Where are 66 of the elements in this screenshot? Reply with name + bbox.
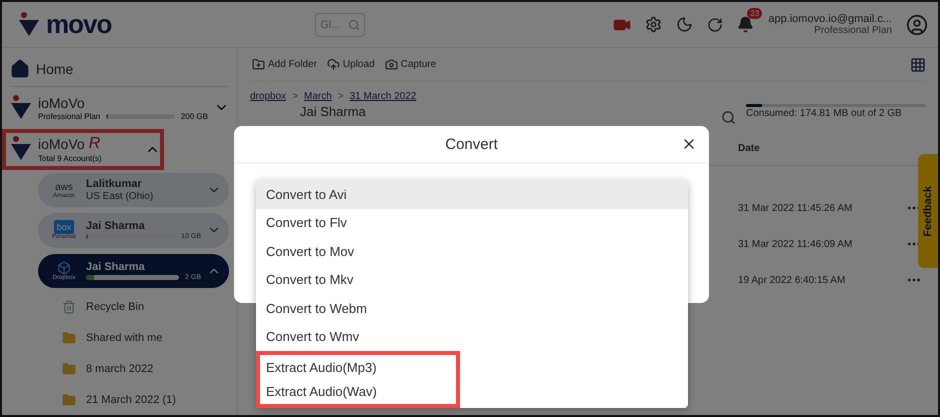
date-cell: 31 Mar 2022 11:46:09 AM <box>738 238 852 250</box>
dialog-title: Convert <box>445 136 498 152</box>
settings-icon[interactable] <box>645 16 662 33</box>
workspace-name[interactable]: ioMoVo <box>38 94 85 111</box>
workspace-subtitle: Total 9 Account(s) <box>38 154 102 164</box>
provider-logo: box <box>54 220 74 234</box>
trash-icon <box>62 300 76 314</box>
menu-option[interactable]: Convert to Flv <box>256 208 688 237</box>
date-cell: 31 Mar 2022 11:45:26 AM <box>738 202 852 214</box>
menu-option[interactable]: Convert to Mkv <box>256 266 688 294</box>
cloud-upload-icon <box>326 58 340 71</box>
provider-logo: aws <box>55 182 73 193</box>
toolbar-button[interactable]: Add Folder <box>250 58 319 71</box>
menu-option[interactable]: Convert to Mov <box>256 237 688 266</box>
storage-consumed: Consumed: 174.81 MB out of 2 GB <box>746 108 903 119</box>
folder-icon <box>62 392 76 407</box>
logo-figure-icon <box>18 12 40 38</box>
breadcrumb-link[interactable]: dropbox <box>250 90 286 102</box>
dropbox-icon <box>57 260 71 275</box>
menu-option[interactable]: Convert to Webm <box>256 294 688 322</box>
breadcrumb-link[interactable]: 31 March 2022 <box>350 90 416 102</box>
usage-bar <box>106 114 175 119</box>
breadcrumb-separator: > <box>338 90 344 102</box>
search-icon[interactable] <box>721 110 736 125</box>
moon-icon[interactable] <box>676 16 694 33</box>
folder-title: Jai Sharma <box>300 104 366 119</box>
menu-option[interactable]: Extract Audio(Mp3) <box>256 351 460 380</box>
camera-icon <box>384 58 398 71</box>
shared-folder-icon <box>62 330 76 345</box>
refresh-icon[interactable] <box>707 16 724 32</box>
logo-figure-icon <box>10 94 32 121</box>
folder-icon <box>62 362 76 376</box>
folder-item[interactable]: 21 March 2022 (1) <box>86 394 176 406</box>
search-icon <box>348 18 360 30</box>
folder-item[interactable]: Shared with me <box>86 332 162 344</box>
breadcrumb-separator: > <box>292 90 298 102</box>
menu-option[interactable]: Convert to Wmv <box>256 322 688 351</box>
account-name: Jai Sharma <box>86 220 146 232</box>
workspace-name[interactable]: ioMoVo <box>38 136 85 152</box>
home-link[interactable]: Home <box>36 61 74 78</box>
column-header: Date <box>738 143 760 154</box>
avatar-icon[interactable] <box>906 14 928 36</box>
notification-count: 23 <box>747 8 762 19</box>
toolbar-button[interactable]: Capture <box>382 58 438 71</box>
menu-option[interactable]: Convert to Avi <box>256 180 688 208</box>
folder-item[interactable]: Recycle Bin <box>86 300 144 313</box>
grid-icon[interactable] <box>910 56 926 72</box>
toolbar-button[interactable]: Upload <box>324 58 377 71</box>
date-cell: 19 Apr 2022 6:40:15 AM <box>738 274 846 286</box>
workspace-subtitle: Professional Plan <box>38 112 100 121</box>
account-region: US East (Ohio) <box>86 191 154 202</box>
feedback-tab[interactable]: Feedback <box>918 154 938 268</box>
bell-icon[interactable] <box>737 16 754 33</box>
brand-logo: movo <box>46 9 112 40</box>
folder-item[interactable]: 8 march 2022 <box>86 362 154 375</box>
workspace-tag: R <box>88 135 100 154</box>
home-icon <box>10 59 30 80</box>
folder-plus-icon <box>252 58 265 71</box>
account-name: Jai Sharma <box>86 260 146 273</box>
storage-size: 200 GB <box>180 112 208 121</box>
user-email: app.iomovo.io@gmail.c... <box>768 13 892 25</box>
user-plan: Professional Plan <box>814 25 892 36</box>
logo-figure-icon <box>10 136 32 162</box>
menu-option[interactable]: Extract Audio(Wav) <box>256 380 460 408</box>
account-name: Lalitkumar <box>86 178 143 190</box>
breadcrumb-link[interactable]: March <box>304 90 332 102</box>
